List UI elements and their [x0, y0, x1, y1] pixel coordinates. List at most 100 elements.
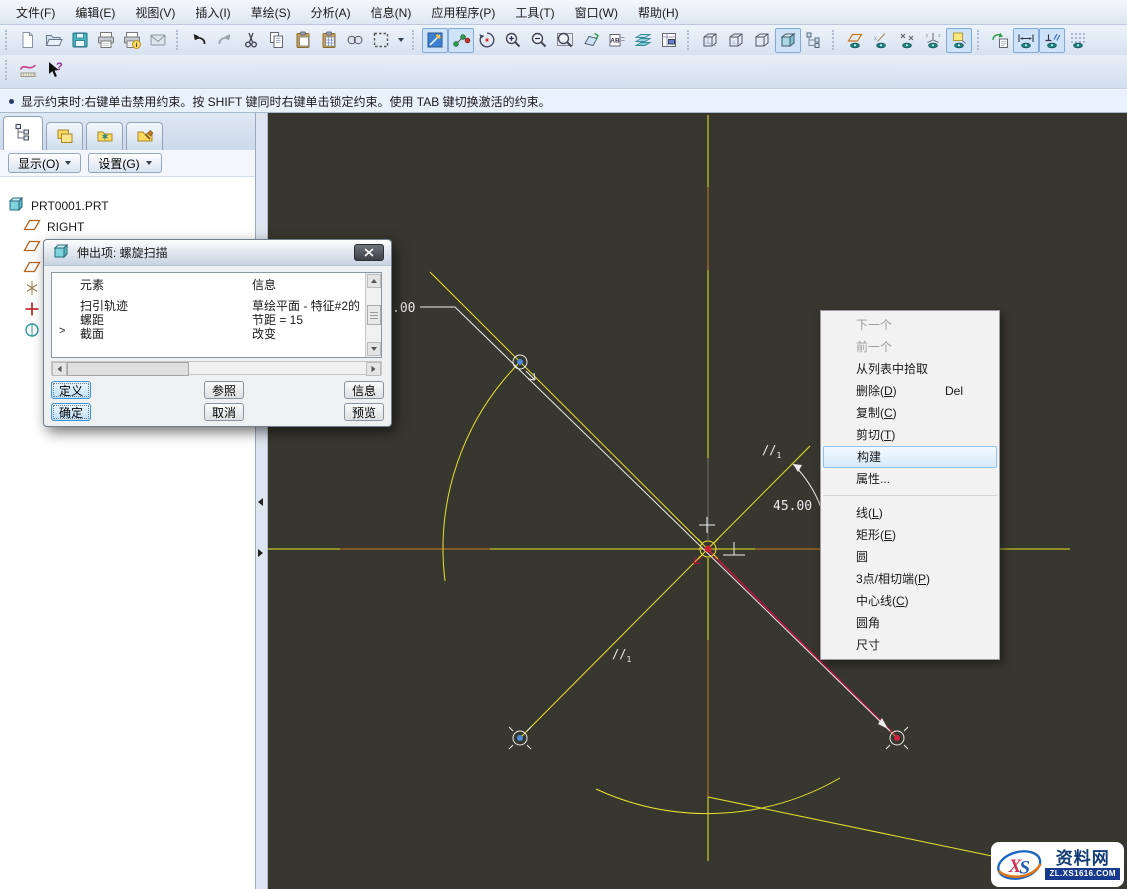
scrollbar-thumb[interactable]: [67, 362, 189, 376]
collapse-panel-button[interactable]: [258, 497, 266, 507]
wireframe-cube-button[interactable]: [697, 28, 723, 53]
show-dropdown-button[interactable]: 显示(O): [8, 153, 81, 173]
menu-sketch[interactable]: 草绘(S): [241, 0, 301, 25]
axis-display-button[interactable]: x: [868, 28, 894, 53]
navigator-tab-3[interactable]: [86, 122, 123, 150]
sketch-orient-button[interactable]: [422, 28, 448, 53]
point-display-button[interactable]: [894, 28, 920, 53]
copy-button[interactable]: [264, 28, 290, 53]
model-notes-button[interactable]: [987, 28, 1013, 53]
scroll-down-button[interactable]: [367, 342, 381, 356]
context-menu-item-11[interactable]: 矩形(E): [821, 524, 999, 546]
element-table[interactable]: 元素 信息 扫引轨迹草绘平面 - 特征#2的螺距节距 = 15>截面改变: [51, 272, 382, 358]
context-menu-item-14[interactable]: 中心线(C): [821, 590, 999, 612]
context-menu-item-4[interactable]: 删除(D)Del: [821, 380, 999, 402]
context-menu-item-12[interactable]: 圆: [821, 546, 999, 568]
menu-edit[interactable]: 编辑(E): [65, 0, 125, 25]
element-cell[interactable]: 截面: [80, 325, 104, 342]
paste-special-button[interactable]: [316, 28, 342, 53]
define-button[interactable]: 定义: [51, 381, 91, 399]
new-file-button[interactable]: [15, 28, 41, 53]
grid-display-button[interactable]: [1065, 28, 1091, 53]
zoom-refit-button[interactable]: [552, 28, 578, 53]
menu-applications[interactable]: 应用程序(P): [421, 0, 505, 25]
layers-button[interactable]: [630, 28, 656, 53]
expand-panel-button[interactable]: [258, 548, 266, 558]
paste-button[interactable]: [290, 28, 316, 53]
menu-file[interactable]: 文件(F): [6, 0, 65, 25]
context-menu-item-6[interactable]: 剪切(T): [821, 424, 999, 446]
navigator-tab-4[interactable]: [126, 122, 163, 150]
menu-insert[interactable]: 插入(I): [185, 0, 240, 25]
print-preview-button[interactable]: i: [119, 28, 145, 53]
open-file-button[interactable]: [41, 28, 67, 53]
info-cell[interactable]: 改变: [252, 325, 276, 342]
scroll-right-button[interactable]: [366, 362, 381, 376]
csys-display-button[interactable]: yz: [920, 28, 946, 53]
view-manager-button[interactable]: [656, 28, 682, 53]
menu-analysis[interactable]: 分析(A): [301, 0, 361, 25]
menu-info[interactable]: 信息(N): [361, 0, 422, 25]
dim-display-button[interactable]: [1013, 28, 1039, 53]
find-button[interactable]: [342, 28, 368, 53]
scrollbar-thumb[interactable]: [367, 305, 381, 325]
scroll-up-button[interactable]: [367, 274, 381, 288]
references-button[interactable]: 参照: [204, 381, 244, 399]
angle-dimension-label[interactable]: 45.00: [773, 499, 812, 514]
save-file-button[interactable]: [67, 28, 93, 53]
table-horizontal-scrollbar[interactable]: [51, 361, 382, 375]
context-menu-item-7[interactable]: 构建: [823, 446, 997, 468]
preview-button[interactable]: 预览: [344, 403, 384, 421]
hidden-line-cube-button[interactable]: [723, 28, 749, 53]
annotation-display-button[interactable]: [946, 28, 972, 53]
model-tree-toggle-button[interactable]: [801, 28, 827, 53]
scroll-left-button[interactable]: [52, 362, 67, 376]
context-menu-item-15[interactable]: 圆角: [821, 612, 999, 634]
context-menu-item-8[interactable]: 属性...: [821, 468, 999, 490]
navigator-tab-1[interactable]: [3, 116, 43, 150]
shaded-cube-button[interactable]: [775, 28, 801, 53]
no-hidden-cube-button[interactable]: [749, 28, 775, 53]
print-button[interactable]: [93, 28, 119, 53]
cut-button[interactable]: [238, 28, 264, 53]
context-menu-item-3[interactable]: 从列表中拾取: [821, 358, 999, 380]
ok-button[interactable]: 确定: [51, 403, 91, 421]
settings-dropdown-button[interactable]: 设置(G): [88, 153, 161, 173]
menu-help[interactable]: 帮助(H): [628, 0, 689, 25]
context-help-button[interactable]: ?: [41, 57, 67, 82]
context-menu-item-16[interactable]: 尺寸: [821, 634, 999, 656]
view-reorient-button[interactable]: [578, 28, 604, 53]
zoom-out-button[interactable]: [526, 28, 552, 53]
context-menu-item-10[interactable]: 线(L): [821, 502, 999, 524]
table-vertical-scrollbar[interactable]: [365, 273, 381, 357]
datum-refs-button[interactable]: [448, 28, 474, 53]
tree-item-prt0001-prt[interactable]: PRT0001.PRT: [0, 195, 255, 216]
sketcher-tool-button[interactable]: [15, 57, 41, 82]
info-button[interactable]: 信息: [344, 381, 384, 399]
zoom-in-button[interactable]: [500, 28, 526, 53]
named-views-button[interactable]: AB: [604, 28, 630, 53]
undo-button[interactable]: [186, 28, 212, 53]
plane-display-button[interactable]: [842, 28, 868, 53]
menu-tools[interactable]: 工具(T): [505, 0, 564, 25]
tree-item-right[interactable]: RIGHT: [0, 216, 255, 237]
partial-dimension-label[interactable]: .00: [392, 301, 415, 316]
close-button[interactable]: [354, 244, 384, 261]
constraint-display-button[interactable]: [1039, 28, 1065, 53]
send-mail-button[interactable]: [145, 28, 171, 53]
context-menu-item-13[interactable]: 3点/相切端(P): [821, 568, 999, 590]
redo-button[interactable]: [212, 28, 238, 53]
menu-window[interactable]: 窗口(W): [565, 0, 628, 25]
context-menu-item-5[interactable]: 复制(C): [821, 402, 999, 424]
menu-view[interactable]: 视图(V): [125, 0, 185, 25]
sketch-dimensions[interactable]: .00 45.00: [392, 301, 888, 729]
cancel-button[interactable]: 取消: [204, 403, 244, 421]
select-box-dropdown-button[interactable]: [394, 28, 407, 53]
panel-splitter[interactable]: [256, 113, 268, 889]
navigator-tab-2[interactable]: [46, 122, 83, 150]
context-menu-item-2[interactable]: 前一个: [821, 336, 999, 358]
dialog-title-bar[interactable]: 伸出项: 螺旋扫描: [44, 240, 391, 266]
select-box-button[interactable]: [368, 28, 394, 53]
spin-center-button[interactable]: [474, 28, 500, 53]
context-menu-item-1[interactable]: 下一个: [821, 314, 999, 336]
